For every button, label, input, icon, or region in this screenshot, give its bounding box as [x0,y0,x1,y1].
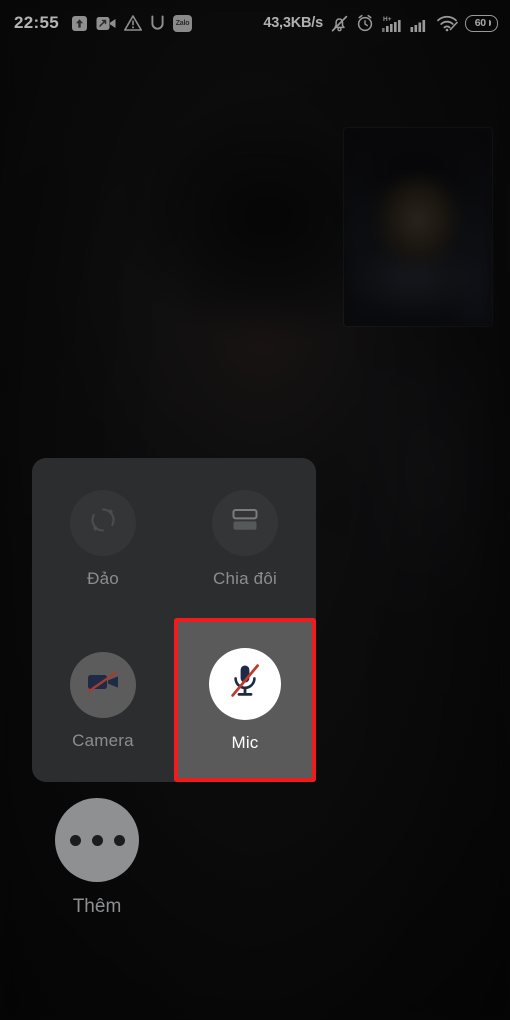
split-screen-button[interactable] [212,489,278,556]
zalo-badge-label: Zalo [172,14,192,32]
mic-off-icon [227,662,263,705]
self-view-video [344,128,492,326]
more-dot-2 [91,834,103,846]
more-options-label: Thêm [72,896,122,917]
camera-off-icon [86,669,120,700]
camera-label: Camera [72,730,134,750]
status-bar-right: 43,3KB/s H+ 60 [263,14,498,33]
upload-arrow-icon [71,15,88,32]
zalo-app-icon: Zalo [172,14,192,32]
svg-text:H+: H+ [383,16,392,23]
network-speed-text: 43,3KB/s [263,15,323,31]
camera-toggle-button[interactable] [70,651,136,718]
mute-bell-icon [330,14,349,33]
more-dot-1 [69,834,81,846]
warning-triangle-icon [123,15,142,31]
split-screen-label: Chia đôi [213,568,277,588]
screen-record-video-icon [96,16,116,31]
alarm-clock-icon [356,14,374,32]
control-tile-camera[interactable]: Camera [32,620,174,782]
flip-camera-label: Đảo [87,568,119,588]
battery-indicator: 60 [465,14,498,32]
more-options-button[interactable]: Thêm [55,798,139,918]
mic-toggle-button[interactable] [209,647,281,720]
magnet-u-icon [150,15,165,31]
status-bar-left: 22:55 Zalo [14,13,192,33]
mic-label: Mic [231,732,259,752]
control-tile-flip-camera[interactable]: Đảo [32,458,174,620]
flip-camera-button[interactable] [70,489,136,556]
signal-hplus-icon: H+ [381,14,403,33]
wifi-icon [436,14,458,32]
more-dot-3 [113,834,125,846]
self-view-thumbnail[interactable] [344,128,492,326]
more-dots-icon[interactable] [55,798,139,882]
split-screen-icon [230,507,260,538]
signal-bars-icon [410,14,429,33]
status-clock: 22:55 [14,13,59,32]
control-tile-mic[interactable]: Mic [174,618,316,782]
control-tile-split-screen[interactable]: Chia đôi [174,458,316,620]
call-controls-panel: Đảo Chia đôi Camera Mic [32,458,316,782]
status-bar: 22:55 Zalo 43,3KB/s H+ 60 [0,0,510,46]
call-controls-grid: Đảo Chia đôi Camera Mic [32,458,316,782]
phone-screen: 22:55 Zalo 43,3KB/s H+ 60 Đảo Chia đôi C… [0,0,510,1020]
rotate-camera-icon [88,505,118,540]
